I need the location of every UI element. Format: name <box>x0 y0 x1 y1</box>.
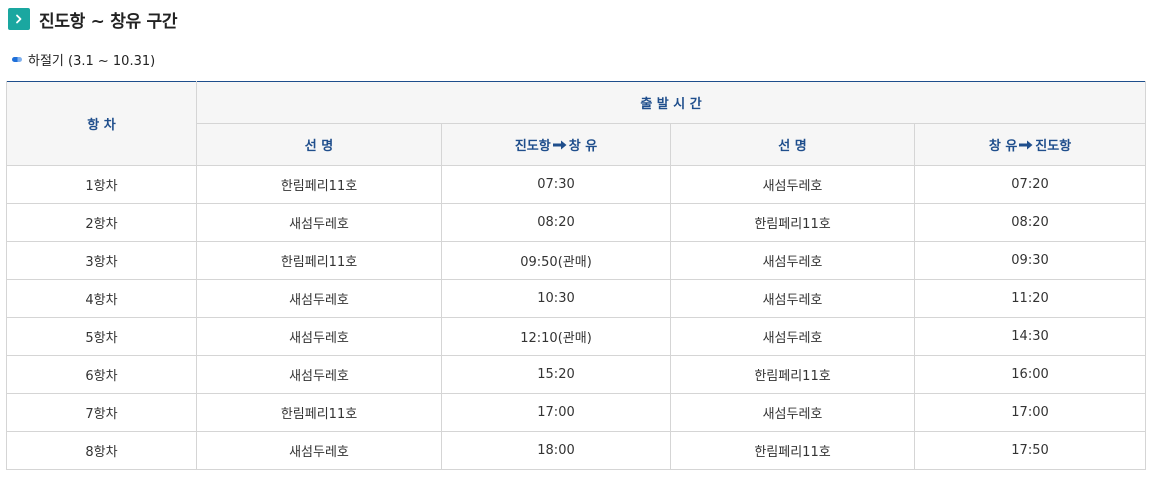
arrow-right-icon <box>552 139 567 154</box>
table-row: 5항차 새섬두레호 12:10(관매) 새섬두레호 14:30 <box>6 317 1147 356</box>
table-row: 6항차 새섬두레호 15:20 한림페리11호 16:00 <box>6 355 1147 394</box>
bullet-icon <box>12 56 22 62</box>
ship-name-cell: 새섬두레호 <box>196 317 442 356</box>
ship-name-cell: 새섬두레호 <box>196 431 442 470</box>
ship-name-cell: 새섬두레호 <box>670 393 915 432</box>
voyage-header: 항 차 <box>6 81 197 166</box>
ship-name-cell: 한림페리11호 <box>196 393 442 432</box>
chevron-right-icon <box>8 8 30 30</box>
route-header-2: 창 유 진도항 <box>913 123 1147 166</box>
table-row: 7항차 한림페리11호 17:00 새섬두레호 17:00 <box>6 393 1147 432</box>
voyage-cell: 5항차 <box>6 317 197 356</box>
ship-name-cell: 한림페리11호 <box>670 355 915 394</box>
departure-time-cell: 14:30 <box>913 317 1147 356</box>
table-row: 4항차 새섬두레호 10:30 새섬두레호 11:20 <box>6 279 1147 318</box>
departure-time-cell: 12:10(관매) <box>441 317 671 356</box>
departure-time-cell: 07:30 <box>441 165 671 204</box>
ship-name-cell: 한림페리11호 <box>196 241 442 280</box>
route-header-1: 진도항 창 유 <box>441 123 671 166</box>
voyage-cell: 8항차 <box>6 431 197 470</box>
departure-time-cell: 11:20 <box>913 279 1147 318</box>
departure-time-cell: 07:20 <box>913 165 1147 204</box>
table-row: 1항차 한림페리11호 07:30 새섬두레호 07:20 <box>6 165 1147 204</box>
voyage-cell: 7항차 <box>6 393 197 432</box>
ship-name-cell: 새섬두레호 <box>670 241 915 280</box>
departure-time-cell: 17:00 <box>441 393 671 432</box>
section-title: 진도항 ~ 창유 구간 <box>39 11 178 32</box>
voyage-cell: 6항차 <box>6 355 197 394</box>
ship-name-cell: 새섬두레호 <box>196 355 442 394</box>
section-title-row: 진도항 ~ 창유 구간 <box>8 8 178 32</box>
season-row: 하절기 (3.1 ~ 10.31) <box>12 50 156 69</box>
departure-time-cell: 09:50(관매) <box>441 241 671 280</box>
table-row: 3항차 한림페리11호 09:50(관매) 새섬두레호 09:30 <box>6 241 1147 280</box>
ship-name-cell: 새섬두레호 <box>670 317 915 356</box>
ship-header-2: 선 명 <box>670 123 915 166</box>
ship-name-cell: 한림페리11호 <box>196 165 442 204</box>
table-row: 2항차 새섬두레호 08:20 한림페리11호 08:20 <box>6 203 1147 242</box>
route-2-to: 진도항 <box>1035 139 1072 154</box>
voyage-cell: 4항차 <box>6 279 197 318</box>
ship-header-1: 선 명 <box>196 123 442 166</box>
route-2-from: 창 유 <box>988 139 1018 154</box>
voyage-cell: 2항차 <box>6 203 197 242</box>
departure-time-cell: 09:30 <box>913 241 1147 280</box>
arrow-right-icon <box>1019 139 1033 154</box>
schedule-table: 항 차 출 발 시 간 선 명 진도항 창 유 선 명 창 유 진도항 1항차 한림페… <box>6 81 1147 470</box>
voyage-cell: 3항차 <box>6 241 197 280</box>
departure-time-cell: 17:00 <box>913 393 1147 432</box>
ship-name-cell: 새섬두레호 <box>196 203 442 242</box>
ship-name-cell: 새섬두레호 <box>670 165 915 204</box>
route-1-to: 창 유 <box>568 139 598 154</box>
departure-time-cell: 10:30 <box>441 279 671 318</box>
departure-time-cell: 08:20 <box>913 203 1147 242</box>
departure-time-cell: 18:00 <box>441 431 671 470</box>
departure-time-cell: 17:50 <box>913 431 1147 470</box>
route-1-from: 진도항 <box>514 139 551 154</box>
ship-name-cell: 한림페리11호 <box>670 203 915 242</box>
departure-time-cell: 08:20 <box>441 203 671 242</box>
ship-name-cell: 새섬두레호 <box>670 279 915 318</box>
departure-time-cell: 15:20 <box>441 355 671 394</box>
departure-time-cell: 16:00 <box>913 355 1147 394</box>
departure-header: 출 발 시 간 <box>195 81 1147 124</box>
ship-name-cell: 새섬두레호 <box>196 279 442 318</box>
table-row: 8항차 새섬두레호 18:00 한림페리11호 17:50 <box>6 431 1147 470</box>
voyage-cell: 1항차 <box>6 165 197 204</box>
ship-name-cell: 한림페리11호 <box>670 431 915 470</box>
season-label: 하절기 (3.1 ~ 10.31) <box>28 53 156 69</box>
